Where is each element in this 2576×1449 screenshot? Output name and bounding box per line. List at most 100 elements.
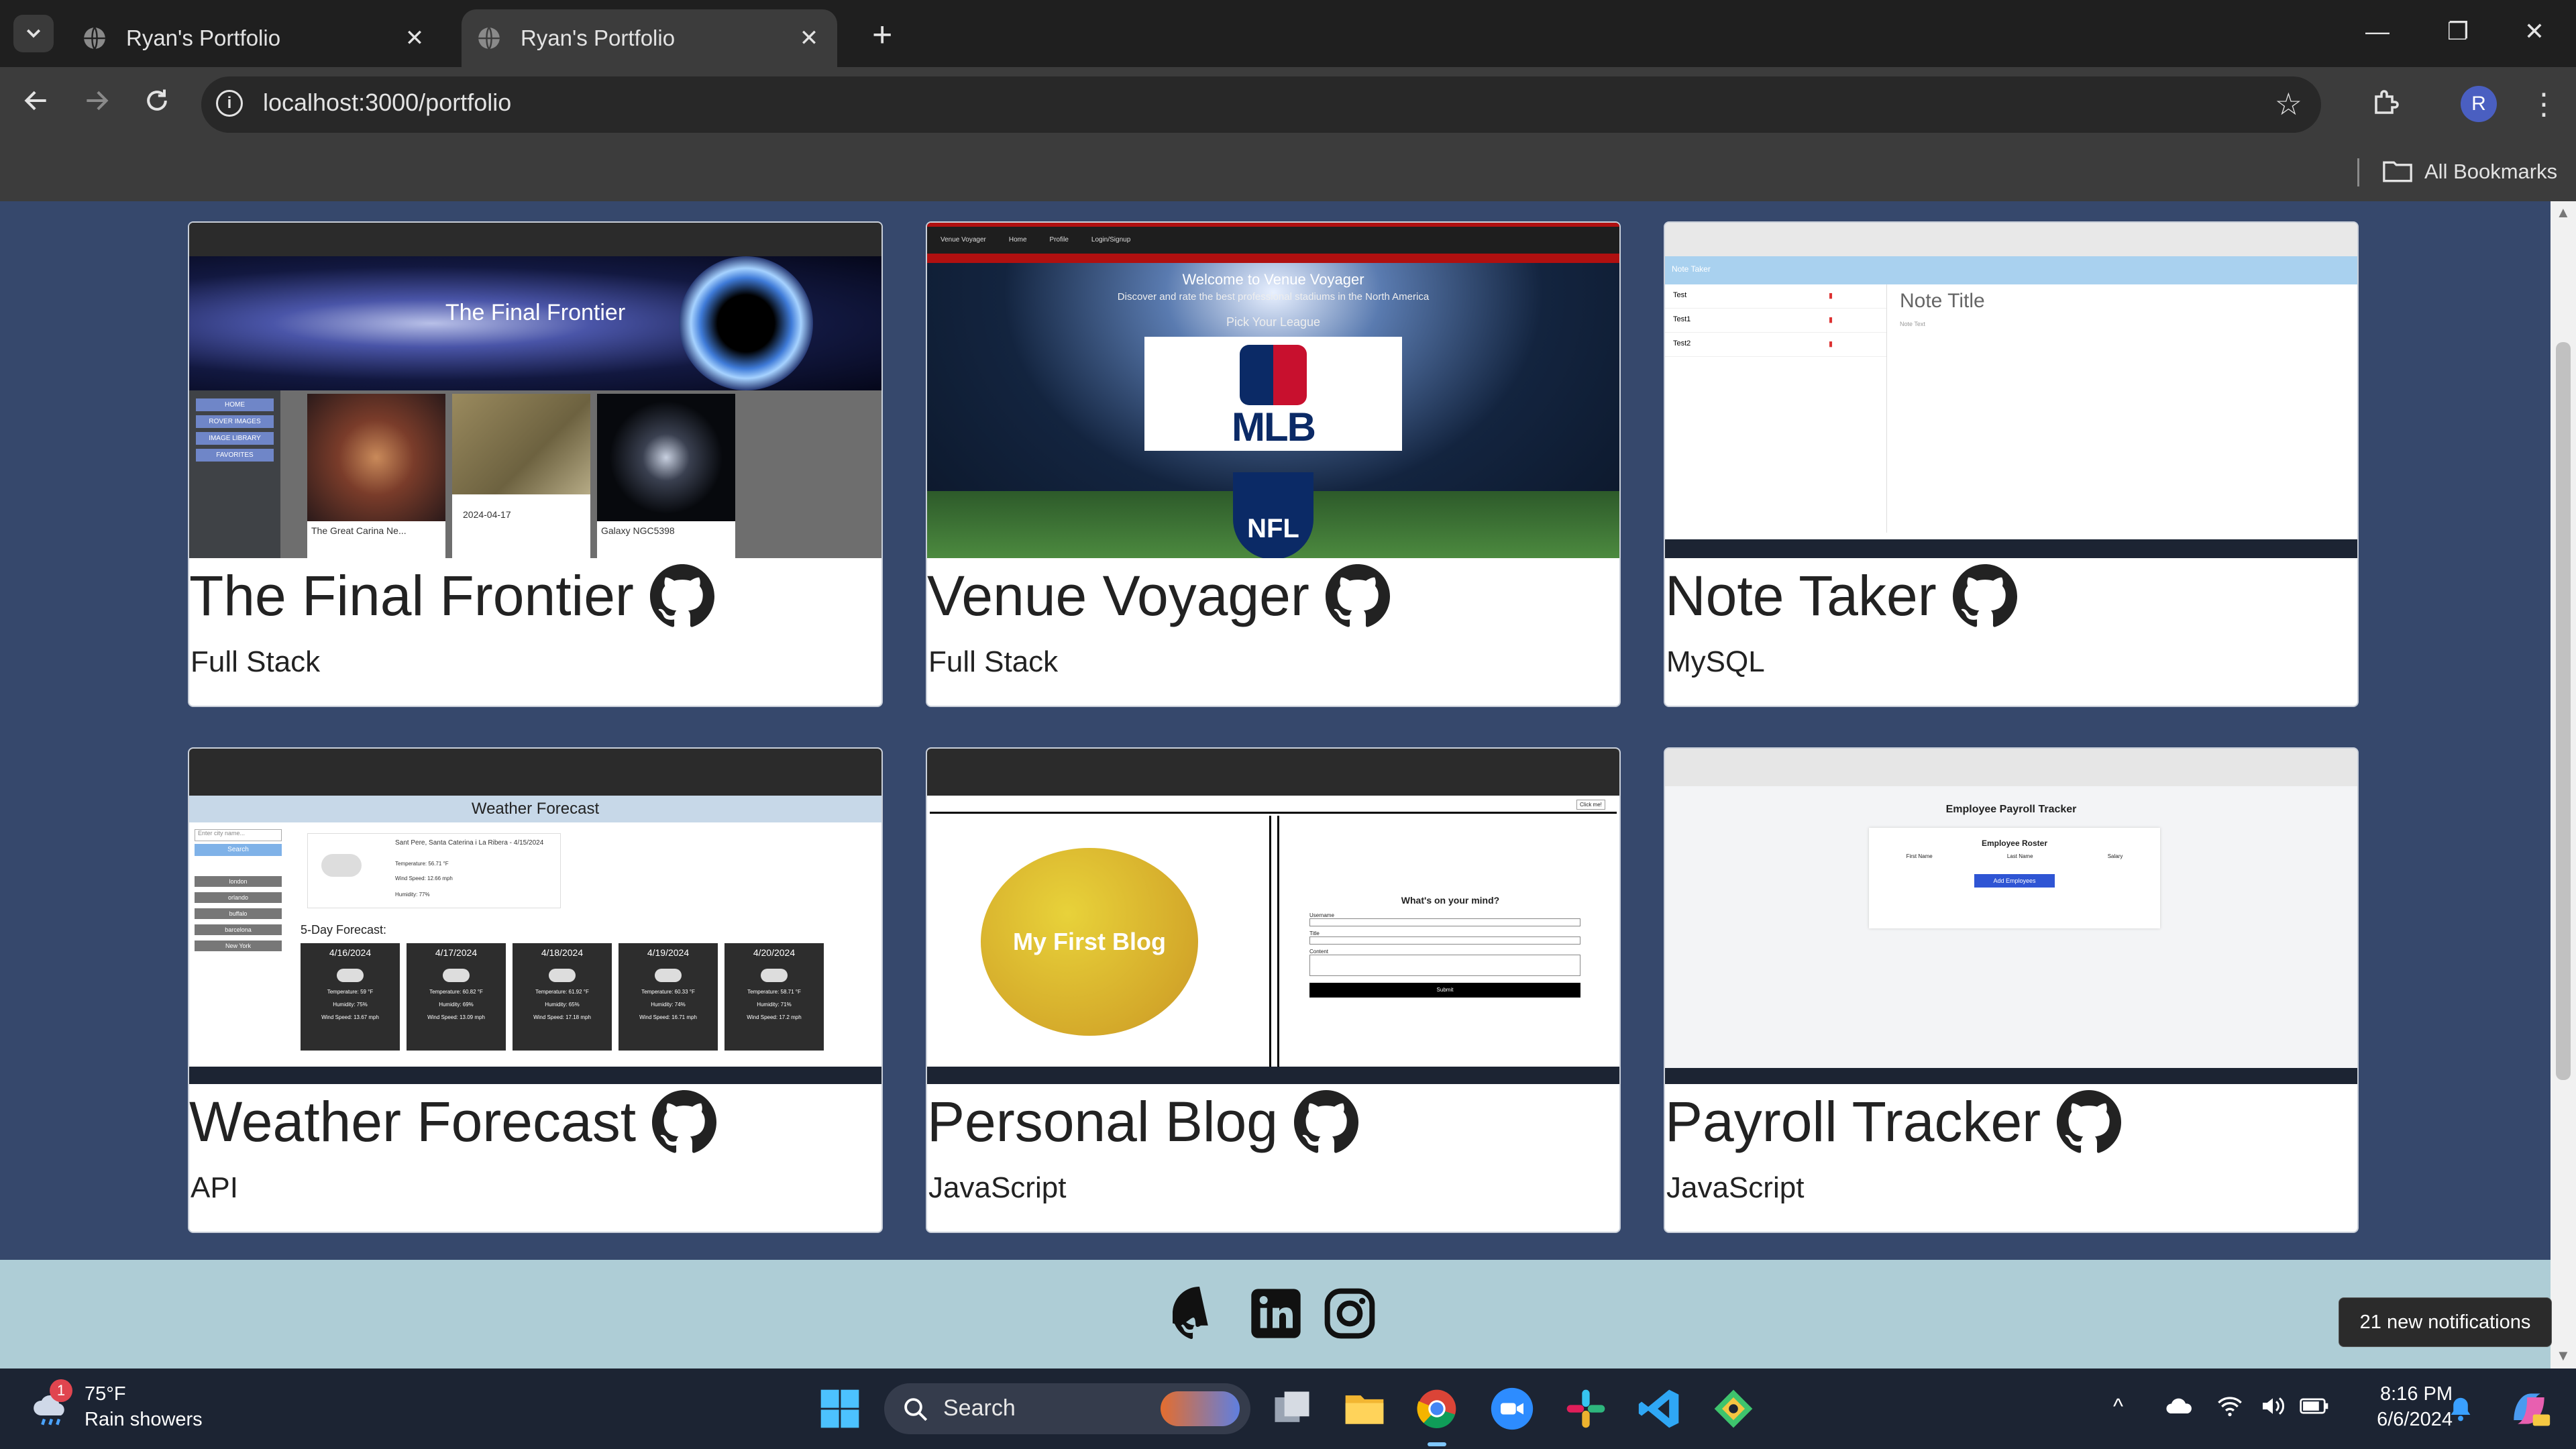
tab-close-icon[interactable]: ✕ bbox=[400, 25, 429, 52]
new-tab-button[interactable]: + bbox=[872, 15, 892, 55]
project-screenshot[interactable]: Venue Voyager Home Profile Login/Signup … bbox=[927, 223, 1619, 558]
arrow-left-icon bbox=[24, 91, 46, 111]
project-screenshot[interactable]: Click me! My First Blog What's on your m… bbox=[927, 749, 1619, 1084]
scroll-thumb[interactable] bbox=[2556, 342, 2571, 1080]
notification-bell-icon[interactable] bbox=[2449, 1395, 2473, 1422]
tab-close-icon[interactable]: ✕ bbox=[794, 25, 824, 52]
thumb-search-button: Search bbox=[195, 844, 282, 856]
address-bar[interactable]: i localhost:3000/portfolio ☆ bbox=[201, 76, 2321, 133]
github-icon[interactable] bbox=[1952, 564, 2017, 629]
nfl-logo[interactable]: NFL bbox=[1233, 472, 1313, 558]
volume-icon[interactable] bbox=[2259, 1394, 2286, 1418]
page-footer bbox=[0, 1260, 2551, 1368]
project-screenshot[interactable]: Note Taker Test ▮ Test1 ▮ Test2 ▮ Note Titl… bbox=[1665, 223, 2357, 558]
nfl-label: NFL bbox=[1247, 514, 1299, 543]
project-screenshot[interactable]: Weather Forecast Enter city name... Sear… bbox=[189, 749, 881, 1084]
page-scrollbar[interactable]: ▲ ▼ bbox=[2551, 201, 2576, 1368]
folder-icon bbox=[2383, 161, 2412, 182]
github-icon[interactable] bbox=[2057, 1089, 2122, 1155]
blog-field-label: Username bbox=[1309, 912, 1334, 918]
thumb-header: Employee Payroll Tracker bbox=[1945, 804, 2077, 815]
tab-inactive[interactable]: Ryan's Portfolio ✕ bbox=[67, 9, 443, 67]
url-text[interactable]: localhost:3000/portfolio bbox=[263, 89, 511, 117]
thumb-caption: 2024-04-17 bbox=[463, 509, 511, 520]
profile-avatar[interactable]: R bbox=[2461, 86, 2497, 122]
project-card-venue-voyager: Venue Voyager Home Profile Login/Signup … bbox=[926, 221, 1621, 707]
tray-chevron-icon[interactable]: ^ bbox=[2113, 1394, 2123, 1419]
site-info-icon[interactable]: i bbox=[216, 90, 243, 117]
weather-temp[interactable]: 75°F bbox=[85, 1383, 126, 1405]
slack-icon[interactable] bbox=[1563, 1386, 1609, 1432]
all-bookmarks-link[interactable]: All Bookmarks bbox=[2424, 160, 2557, 184]
note-title-field: Note Title bbox=[1900, 290, 1985, 312]
tab-active[interactable]: Ryan's Portfolio ✕ bbox=[462, 9, 837, 67]
thumb-search-input: Enter city name... bbox=[195, 829, 282, 841]
thumb-city: buffalo bbox=[195, 908, 282, 919]
project-screenshot[interactable]: Employee Payroll Tracker Employee Roster… bbox=[1665, 749, 2357, 1084]
file-explorer-icon[interactable] bbox=[1342, 1386, 1387, 1432]
task-view-icon[interactable] bbox=[1269, 1386, 1315, 1432]
github-icon[interactable] bbox=[1173, 1287, 1226, 1340]
git-kraken-icon[interactable] bbox=[1711, 1386, 1756, 1432]
mlb-logo[interactable]: MLB bbox=[1144, 337, 1402, 451]
bookmark-star-icon[interactable]: ☆ bbox=[2275, 86, 2302, 122]
portfolio-page: The Final Frontier HOME ROVER IMAGES IMA… bbox=[0, 201, 2551, 1368]
scroll-down-arrow[interactable]: ▼ bbox=[2556, 1347, 2571, 1364]
thumb-city: orlando bbox=[195, 892, 282, 903]
vscode-icon[interactable] bbox=[1637, 1386, 1682, 1432]
project-card-payroll-tracker: Employee Payroll Tracker Employee Roster… bbox=[1664, 747, 2359, 1233]
github-icon[interactable] bbox=[1325, 564, 1390, 629]
linkedin-icon[interactable] bbox=[1249, 1287, 1303, 1340]
github-icon[interactable] bbox=[652, 1089, 717, 1155]
current-city: Sant Pere, Santa Caterina i La Ribera - … bbox=[395, 839, 544, 847]
forecast-date: 4/20/2024 bbox=[753, 947, 796, 958]
windows-start-icon[interactable] bbox=[817, 1386, 863, 1432]
project-title-text: Note Taker bbox=[1665, 564, 1937, 627]
github-icon[interactable] bbox=[649, 564, 714, 629]
tab-search-button[interactable] bbox=[13, 15, 54, 52]
copilot-icon[interactable] bbox=[2506, 1386, 2552, 1432]
thumb-nav-item: Venue Voyager bbox=[941, 236, 986, 244]
battery-icon[interactable] bbox=[2300, 1394, 2329, 1418]
scroll-up-arrow[interactable]: ▲ bbox=[2556, 204, 2571, 221]
restore-button[interactable]: ❐ bbox=[2438, 17, 2478, 46]
forecast-humidity: Humidity: 69% bbox=[439, 1002, 474, 1008]
forecast-temp: Temperature: 58.71 °F bbox=[747, 989, 801, 995]
github-icon[interactable] bbox=[1294, 1089, 1358, 1155]
project-card-weather-forecast: Weather Forecast Enter city name... Sear… bbox=[188, 747, 883, 1233]
wifi-icon[interactable] bbox=[2216, 1394, 2243, 1418]
search-icon bbox=[904, 1398, 928, 1421]
notification-toast[interactable]: 21 new notifications bbox=[2339, 1297, 2552, 1347]
roster-col: Last Name bbox=[2006, 853, 2033, 859]
forward-button[interactable] bbox=[76, 86, 117, 126]
note-item: Test1 bbox=[1673, 315, 1691, 323]
project-tag: JavaScript bbox=[928, 1171, 1067, 1204]
project-title-text: Payroll Tracker bbox=[1665, 1090, 2041, 1153]
reload-button[interactable] bbox=[137, 86, 177, 126]
taskbar-search[interactable]: Search bbox=[884, 1383, 1250, 1434]
active-app-indicator bbox=[1428, 1442, 1446, 1446]
zoom-icon[interactable] bbox=[1489, 1386, 1535, 1432]
more-menu-icon[interactable]: ⋮ bbox=[2529, 87, 2559, 121]
clock-time[interactable]: 8:16 PM bbox=[2359, 1383, 2453, 1405]
close-window-button[interactable]: ✕ bbox=[2514, 17, 2555, 46]
extensions-icon[interactable] bbox=[2371, 86, 2408, 123]
thumb-nav-item: Login/Signup bbox=[1091, 236, 1131, 244]
blog-submit-button: Submit bbox=[1309, 983, 1580, 998]
onedrive-icon[interactable] bbox=[2164, 1394, 2194, 1418]
back-button[interactable] bbox=[16, 86, 56, 126]
minimize-button[interactable]: — bbox=[2357, 17, 2398, 46]
project-title: Personal Blog bbox=[927, 1089, 1358, 1155]
forecast-wind: Wind Speed: 13.67 mph bbox=[321, 1014, 379, 1020]
project-title-text: Weather Forecast bbox=[189, 1090, 637, 1153]
weather-desc[interactable]: Rain showers bbox=[85, 1409, 203, 1431]
chrome-icon[interactable] bbox=[1414, 1386, 1460, 1432]
weather-badge: 1 bbox=[50, 1379, 72, 1402]
bookmarks-divider bbox=[2357, 158, 2359, 186]
forecast-label: 5-Day Forecast: bbox=[301, 923, 387, 936]
project-screenshot[interactable]: The Final Frontier HOME ROVER IMAGES IMA… bbox=[189, 223, 881, 558]
instagram-icon[interactable] bbox=[1323, 1287, 1377, 1340]
clock-date[interactable]: 6/6/2024 bbox=[2345, 1409, 2453, 1431]
search-label: Search bbox=[943, 1395, 1016, 1421]
thumb-nav-item: FAVORITES bbox=[196, 449, 274, 462]
